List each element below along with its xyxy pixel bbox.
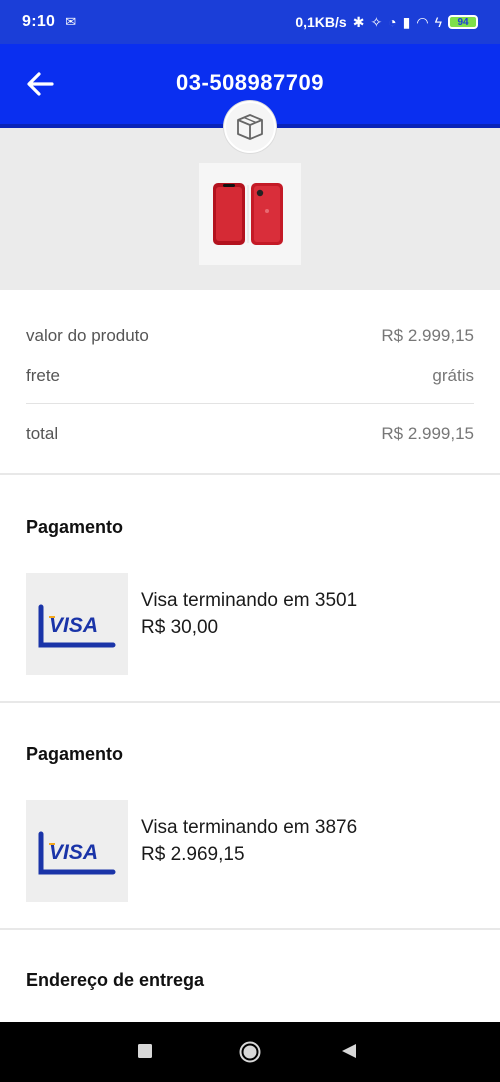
card-description: Visa terminando em 3501	[141, 590, 358, 611]
shipping-value: grátis	[432, 366, 474, 385]
bluetooth-icon: ✱	[352, 13, 365, 30]
payment-amount: R$ 2.969,15	[141, 844, 245, 865]
total-value: R$ 2.999,15	[381, 424, 474, 443]
payment-section: Pagamento VISA Visa terminando em 3501 R…	[0, 475, 500, 703]
signal-icon: ▮	[402, 13, 411, 30]
address-title: Endereço de entrega	[26, 970, 205, 990]
notification-icon: ✉	[65, 14, 77, 29]
back-nav-button[interactable]	[340, 1042, 358, 1060]
battery-icon: 94	[448, 15, 478, 29]
circle-icon	[239, 1041, 261, 1063]
card-logo: VISA	[26, 573, 128, 675]
package-icon	[237, 114, 263, 140]
card-brand-text: VISA	[49, 614, 98, 637]
visa-card-icon: VISA	[38, 604, 116, 648]
total-row: total R$ 2.999,15	[26, 424, 474, 444]
card-brand-text: VISA	[49, 841, 98, 864]
triangle-back-icon	[342, 1044, 356, 1058]
product-value-row: valor do produto R$ 2.999,15	[26, 326, 474, 346]
product-value: R$ 2.999,15	[381, 326, 474, 345]
page-title: 03-508987709	[176, 70, 324, 95]
card-description: Visa terminando em 3876	[141, 817, 358, 838]
network-speed: 0,1KB/s	[295, 14, 347, 30]
shipping-row: frete grátis	[26, 366, 474, 386]
mute-icon: ✧	[370, 13, 383, 30]
package-badge	[224, 101, 276, 153]
order-summary: valor do produto R$ 2.999,15 frete gráti…	[0, 290, 500, 475]
red-phone-image	[213, 183, 283, 245]
status-bar: 9:10 ✉ 0,1KB/s ✱ ✧ ◔ ▮ ◠ ϟ 94	[0, 0, 500, 44]
recents-button[interactable]	[136, 1042, 154, 1060]
delivery-address-section: Endereço de entrega	[0, 930, 500, 1022]
payment-title: Pagamento	[26, 744, 124, 764]
payment-title: Pagamento	[26, 517, 124, 537]
shipping-label: frete	[26, 366, 61, 385]
payment-section: Pagamento VISA Visa terminando em 3876 R…	[0, 702, 500, 930]
square-icon	[138, 1044, 152, 1058]
payment-amount: R$ 30,00	[141, 617, 219, 638]
alarm-icon: ◔	[388, 14, 397, 30]
charging-icon: ϟ	[434, 14, 442, 30]
system-nav-bar	[0, 1022, 500, 1082]
product-value-label: valor do produto	[26, 326, 149, 345]
product-image[interactable]	[199, 163, 301, 265]
status-time: 9:10	[22, 13, 56, 30]
home-button[interactable]	[238, 1040, 262, 1064]
visa-card-icon: VISA	[38, 831, 116, 875]
divider	[26, 403, 474, 404]
card-logo: VISA	[26, 800, 128, 902]
status-icons: 0,1KB/s ✱ ✧ ◔ ▮ ◠ ϟ 94	[295, 14, 478, 31]
total-label: total	[26, 424, 59, 443]
wifi-icon: ◠	[416, 13, 429, 30]
